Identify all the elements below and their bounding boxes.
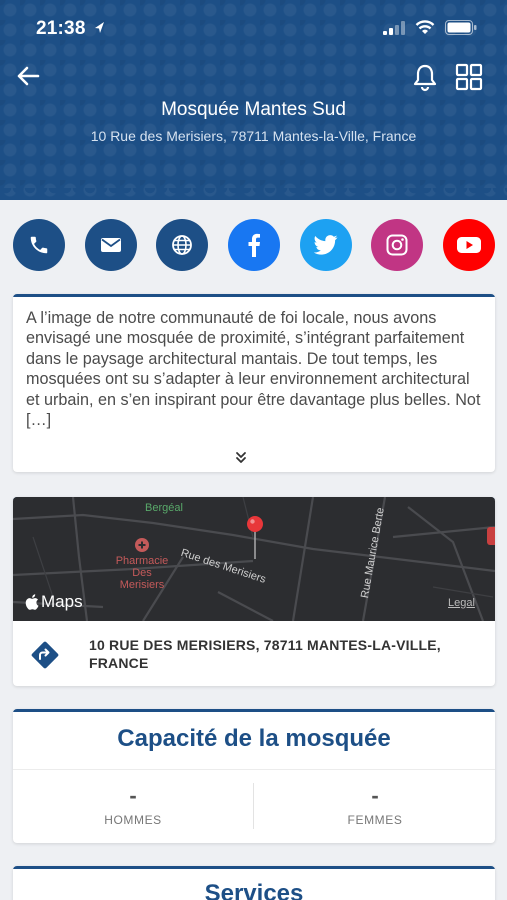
capacity-women: - FEMMES <box>255 783 495 828</box>
maps-logo-text: Maps <box>41 592 83 611</box>
capacity-title: Capacité de la mosquée <box>117 725 391 752</box>
capacity-women-value: - <box>371 783 379 808</box>
card-accent-line <box>13 709 495 712</box>
location-arrow-icon <box>95 22 104 33</box>
battery-icon <box>445 20 477 35</box>
map-card: Bergéal Pharmacie Des Merisiers Rue des … <box>13 497 495 686</box>
globe-icon <box>172 235 192 255</box>
card-accent-line <box>13 866 495 869</box>
directions-address: 10 RUE DES MERISIERS, 78711 MANTES-LA-VI… <box>89 637 441 671</box>
bell-icon[interactable] <box>410 62 440 92</box>
phone-button[interactable] <box>13 219 65 271</box>
wifi-icon <box>415 20 435 34</box>
back-arrow-icon[interactable] <box>14 62 42 90</box>
header-wave-border <box>0 188 507 202</box>
facebook-button[interactable] <box>228 219 280 271</box>
map-pin-icon <box>247 516 263 559</box>
map-view[interactable]: Bergéal Pharmacie Des Merisiers Rue des … <box>13 497 495 621</box>
capacity-women-label: FEMMES <box>347 813 403 827</box>
email-icon <box>101 238 121 252</box>
services-card: Services <box>13 866 495 900</box>
description-card: A l’image de notre communauté de foi loc… <box>13 294 495 472</box>
phone-icon <box>30 236 48 254</box>
youtube-icon <box>457 237 481 253</box>
website-button[interactable] <box>156 219 208 271</box>
map-poi-badge <box>487 527 495 545</box>
directions-icon <box>31 641 59 669</box>
divider <box>253 783 254 829</box>
capacity-card: Capacité de la mosquée - HOMMES - FEMMES <box>13 709 495 843</box>
description-text: A l’image de notre communauté de foi loc… <box>26 309 481 430</box>
twitter-icon <box>314 235 338 255</box>
status-time: 21:38 <box>36 18 86 39</box>
pharmacy-icon <box>135 538 149 552</box>
status-icons <box>383 20 477 35</box>
instagram-icon <box>386 234 408 256</box>
capacity-men-label: HOMMES <box>104 813 162 827</box>
mosque-title: Mosquée Mantes Sud <box>161 99 346 120</box>
divider <box>13 769 495 770</box>
cellular-signal-icon <box>383 20 405 35</box>
map-legal-link[interactable]: Legal <box>448 597 475 609</box>
capacity-men: - HOMMES <box>13 783 253 828</box>
email-button[interactable] <box>85 219 137 271</box>
services-title: Services <box>204 880 304 900</box>
map-label-pharmacy: Pharmacie Des Merisiers <box>115 555 169 591</box>
card-accent-line <box>13 294 495 297</box>
capacity-men-value: - <box>129 783 137 808</box>
twitter-button[interactable] <box>300 219 352 271</box>
expand-chevron-icon[interactable] <box>233 450 249 466</box>
facebook-icon <box>248 233 260 257</box>
mosque-address: 10 Rue des Merisiers, 78711 Mantes-la-Vi… <box>90 128 417 144</box>
social-buttons <box>13 219 495 271</box>
youtube-button[interactable] <box>443 219 495 271</box>
map-label-place-bergeal: Bergéal <box>145 502 183 514</box>
instagram-button[interactable] <box>371 219 423 271</box>
apple-maps-logo: Maps <box>25 592 83 612</box>
apple-logo-icon <box>25 594 39 610</box>
grid-menu-icon[interactable] <box>454 62 484 92</box>
directions-row[interactable]: 10 RUE DES MERISIERS, 78711 MANTES-LA-VI… <box>13 621 495 686</box>
